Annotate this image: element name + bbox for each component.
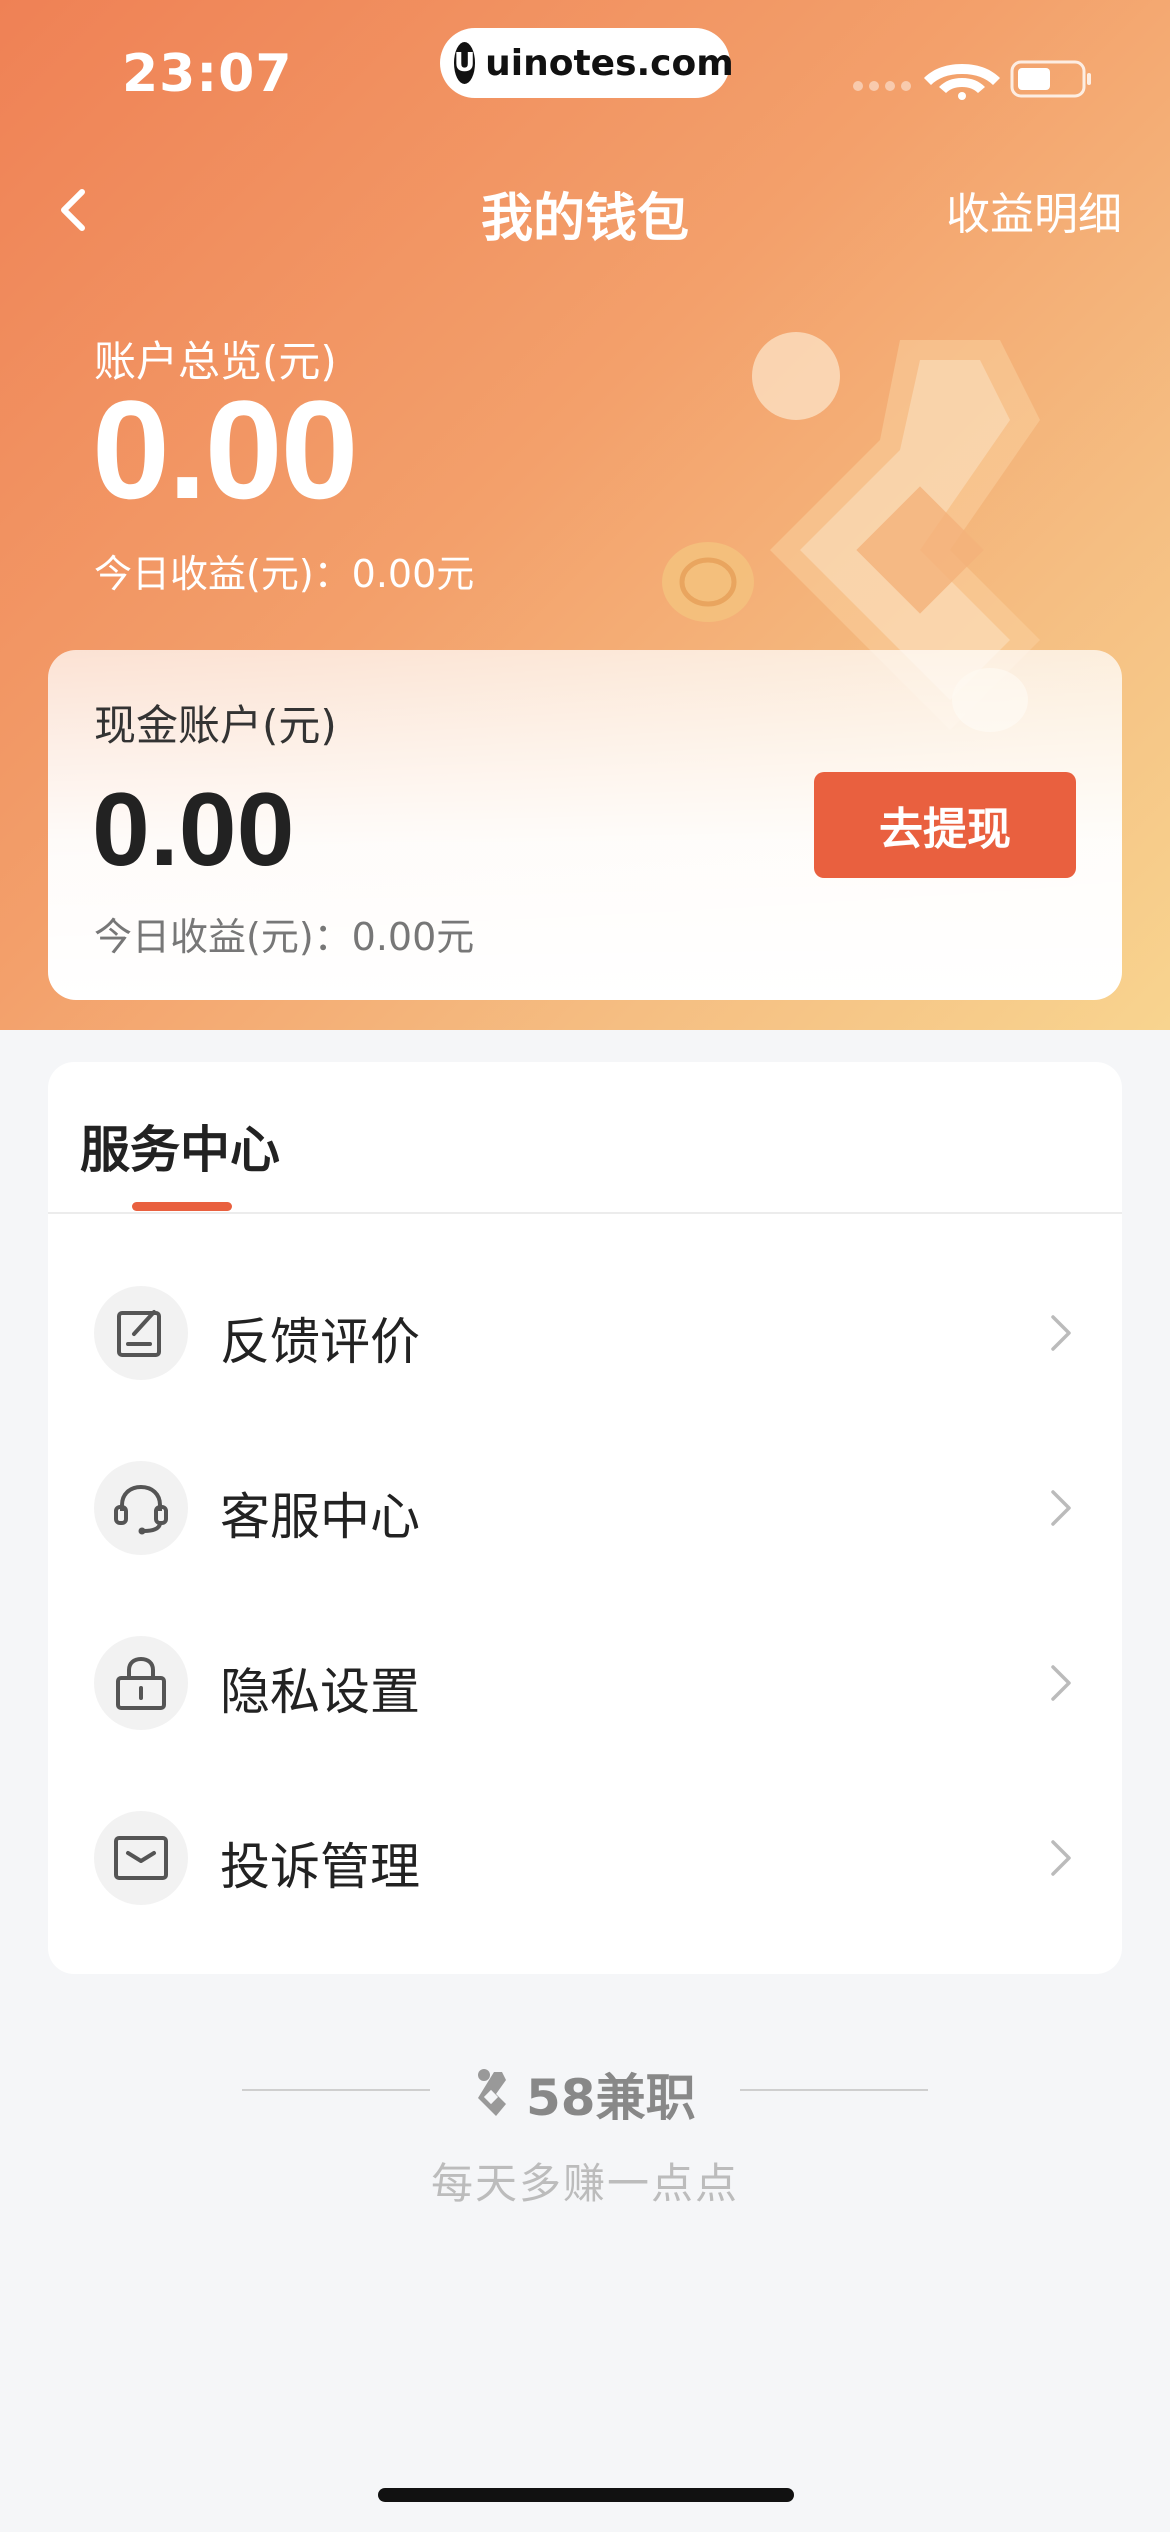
cash-account-label: 现金账户(元) [94, 701, 337, 750]
menu-item-privacy[interactable]: 隐私设置 [48, 1608, 1122, 1758]
total-overview-value: 0.00 [92, 371, 358, 528]
divider [740, 2089, 928, 2091]
status-time: 23:07 [122, 44, 293, 104]
chevron-right-icon [1051, 1315, 1071, 1351]
cash-account-value: 0.00 [92, 772, 295, 888]
menu-item-label: 反馈评价 [220, 1313, 420, 1371]
feedback-edit-icon [117, 1310, 161, 1357]
service-center-card: 服务中心 反馈评价 客服中心 隐私设置 投诉管理 [48, 1062, 1122, 1974]
menu-item-customer-service[interactable]: 客服中心 [48, 1433, 1122, 1583]
tab-indicator [132, 1202, 232, 1211]
menu-item-label: 客服中心 [220, 1488, 420, 1546]
service-center-title: 服务中心 [80, 1121, 280, 1179]
battery-icon [1010, 60, 1091, 98]
chevron-right-icon [1051, 1665, 1071, 1701]
chevron-right-icon [1051, 1490, 1071, 1526]
menu-item-feedback[interactable]: 反馈评价 [48, 1258, 1122, 1408]
cash-account-card: 现金账户(元) 0.00 今日收益(元)：0.00元 去提现 [48, 650, 1122, 1000]
brand-name: 58兼职 [526, 2069, 696, 2127]
brand-slogan: 每天多赚一点点 [430, 2159, 739, 2208]
envelope-icon [114, 1836, 168, 1880]
earnings-detail-link[interactable]: 收益明细 [946, 178, 1122, 242]
total-today-earnings: 今日收益(元)：0.00元 [94, 552, 475, 596]
cash-today-earnings: 今日收益(元)：0.00元 [94, 915, 475, 959]
home-indicator[interactable] [378, 2488, 794, 2502]
watermark-text: uinotes.com [485, 42, 734, 84]
menu-item-complaints[interactable]: 投诉管理 [48, 1783, 1122, 1933]
divider [242, 2089, 430, 2091]
wallet-header: 23:07 U uinotes.com 我的钱包 收益明细 账户总览(元) 0.… [0, 0, 1170, 1030]
chevron-right-icon [1051, 1840, 1071, 1876]
status-icons [853, 60, 1091, 100]
menu-item-label: 隐私设置 [220, 1663, 420, 1721]
watermark-badge: U uinotes.com [440, 28, 734, 98]
withdraw-button[interactable]: 去提现 [814, 772, 1076, 878]
signal-icon [853, 81, 911, 91]
divider [48, 1212, 1122, 1214]
watermark-logo-icon: U [454, 42, 476, 84]
brand-logo-icon [478, 2069, 506, 2116]
headset-icon [114, 1484, 168, 1535]
lock-icon [116, 1656, 166, 1710]
wifi-icon [924, 64, 1000, 100]
brand-footer: 58兼职 [472, 2058, 696, 2130]
menu-item-label: 投诉管理 [220, 1838, 420, 1896]
